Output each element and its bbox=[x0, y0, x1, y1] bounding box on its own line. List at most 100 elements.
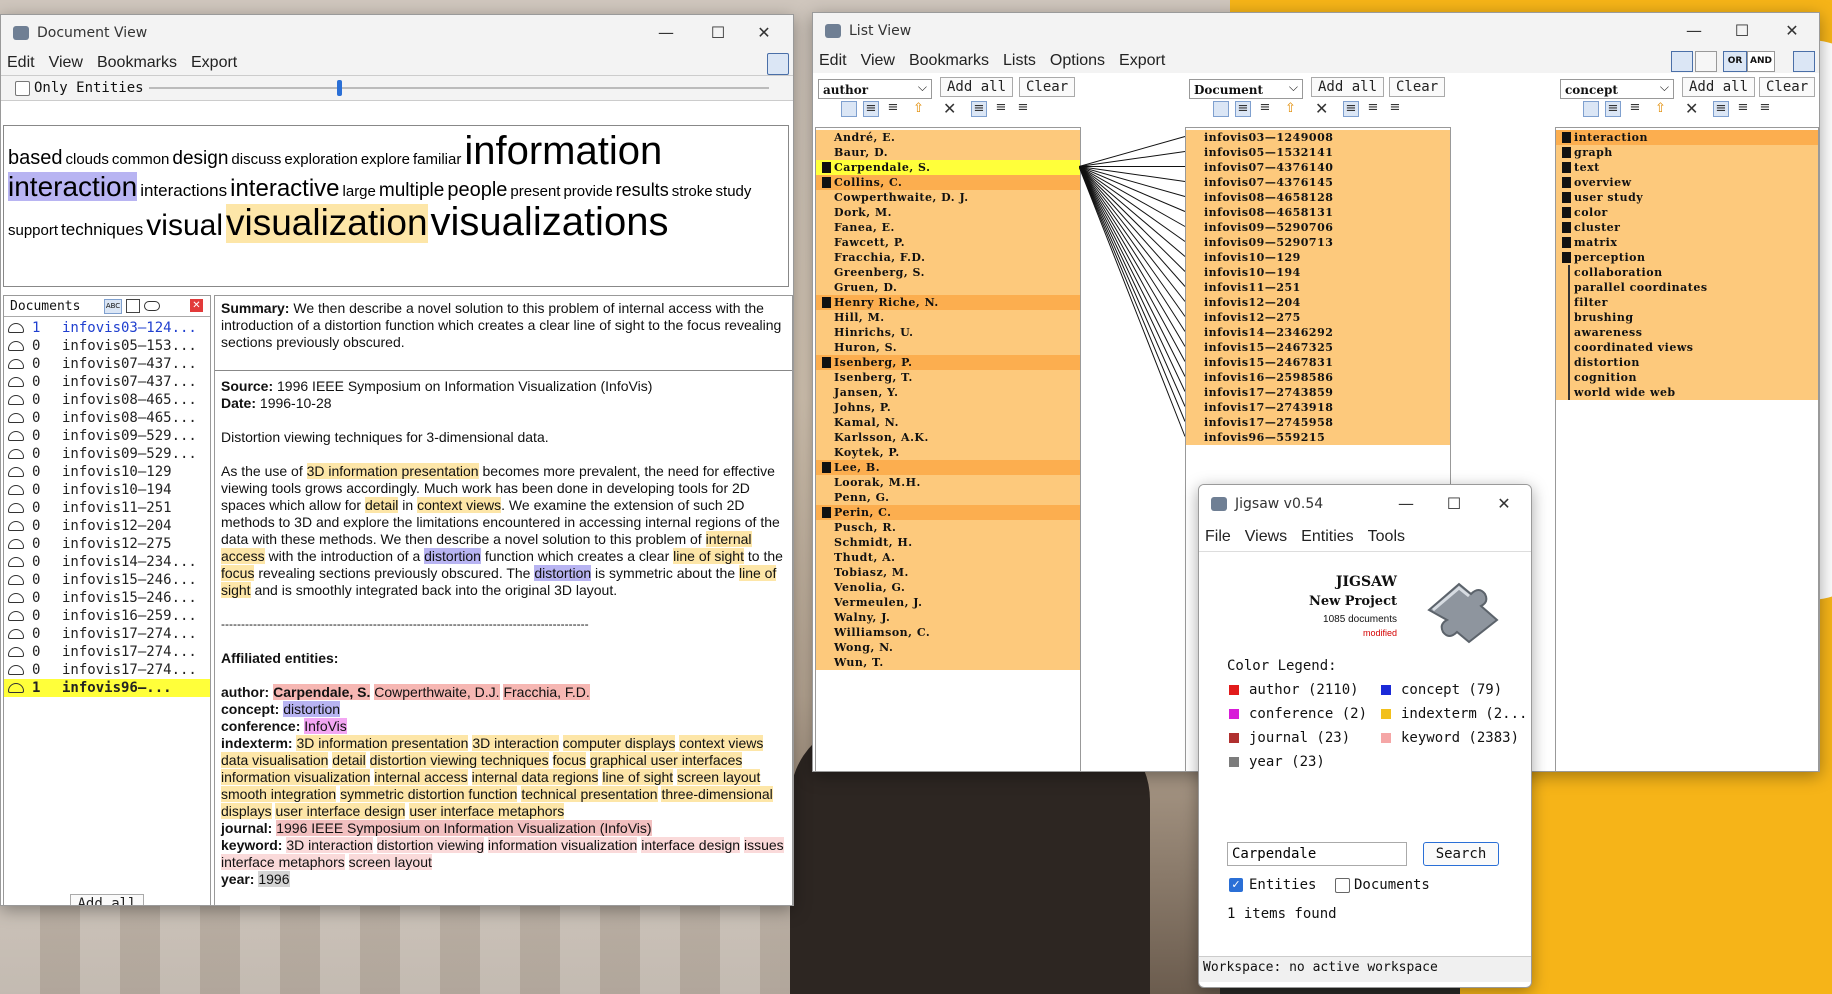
layout-icon[interactable] bbox=[1671, 51, 1693, 72]
entity-author[interactable]: Cowperthwaite, D.J. bbox=[374, 684, 500, 700]
or-toggle[interactable]: OR bbox=[1723, 51, 1747, 72]
author-type-select[interactable]: author bbox=[818, 77, 932, 99]
entity-indexterm[interactable]: internal data regions bbox=[471, 769, 599, 785]
documents-row[interactable]: infovis96—559215 bbox=[1186, 430, 1450, 445]
sort-frequency-icon[interactable]: ≡ bbox=[863, 101, 879, 117]
authors-row[interactable]: Venolia, G. bbox=[816, 580, 1080, 595]
document-row[interactable]: 0 infovis10—194 bbox=[4, 481, 210, 499]
concepts-row[interactable]: cognition bbox=[1556, 370, 1818, 385]
concepts-row[interactable]: filter bbox=[1556, 295, 1818, 310]
document-type-select[interactable]: Document bbox=[1189, 77, 1303, 99]
eye-icon[interactable] bbox=[8, 341, 24, 351]
maximize-icon[interactable]: ☐ bbox=[695, 15, 741, 51]
document-row[interactable]: 0 infovis09—529... bbox=[4, 427, 210, 445]
close-icon[interactable]: ✕ bbox=[741, 15, 787, 51]
documents-row[interactable]: infovis10—129 bbox=[1186, 250, 1450, 265]
concepts-row[interactable]: text bbox=[1556, 160, 1818, 175]
sort-frequency-icon[interactable]: ≡ bbox=[1605, 101, 1621, 117]
authors-row[interactable]: Thudt, A. bbox=[816, 550, 1080, 565]
menu-view[interactable]: View bbox=[859, 52, 897, 70]
document-row[interactable]: 0 infovis17—274... bbox=[4, 643, 210, 661]
cloud-word[interactable]: visualization bbox=[225, 204, 428, 244]
concepts-row[interactable]: overview bbox=[1556, 175, 1818, 190]
sort-up-icon[interactable]: ⇧ bbox=[913, 101, 929, 117]
documents-row[interactable]: infovis09—5290713 bbox=[1186, 235, 1450, 250]
title-bar[interactable]: Document View — ☐ ✕ bbox=[1, 15, 793, 51]
search-input[interactable] bbox=[1227, 842, 1407, 866]
concepts-row[interactable]: interaction bbox=[1556, 130, 1818, 145]
search-button[interactable]: Search bbox=[1423, 842, 1499, 866]
align-center-icon[interactable]: ≡ bbox=[1735, 101, 1751, 117]
concepts-row[interactable]: matrix bbox=[1556, 235, 1818, 250]
document-row[interactable]: 1 infovis03—124... bbox=[4, 319, 210, 337]
authors-row[interactable]: Schmidt, H. bbox=[816, 535, 1080, 550]
authors-row[interactable]: Johns, P. bbox=[816, 400, 1080, 415]
documents-row[interactable]: infovis17—2743859 bbox=[1186, 385, 1450, 400]
entity-indexterm[interactable]: detail bbox=[332, 752, 366, 768]
align-left-icon[interactable]: ≡ bbox=[1713, 101, 1729, 117]
eye-icon[interactable] bbox=[8, 413, 24, 423]
cloud-word[interactable]: familiar bbox=[413, 152, 461, 168]
document-row[interactable]: 0 infovis12—204 bbox=[4, 517, 210, 535]
link-icon[interactable] bbox=[1695, 51, 1717, 72]
eye-icon[interactable] bbox=[8, 665, 24, 675]
cloud-size-slider-thumb[interactable] bbox=[337, 80, 342, 96]
authors-row[interactable]: Baur, D. bbox=[816, 145, 1080, 160]
align-left-icon[interactable]: ≡ bbox=[971, 101, 987, 117]
cloud-word[interactable]: people bbox=[447, 180, 507, 201]
document-row[interactable]: 0 infovis15—246... bbox=[4, 571, 210, 589]
author-clear-button[interactable]: Clear bbox=[1019, 77, 1076, 97]
eye-icon[interactable] bbox=[8, 647, 24, 657]
concepts-row[interactable]: awareness bbox=[1556, 325, 1818, 340]
only-entities-checkbox[interactable] bbox=[15, 81, 30, 96]
cloud-word[interactable]: interaction bbox=[8, 172, 138, 201]
eye-icon[interactable] bbox=[8, 557, 24, 567]
entity-indexterm[interactable]: screen layout bbox=[677, 769, 761, 785]
sort-list-icon[interactable]: ≡ bbox=[885, 101, 901, 117]
concepts-row[interactable]: color bbox=[1556, 205, 1818, 220]
sort-up-icon[interactable]: ⇧ bbox=[1655, 101, 1671, 117]
authors-row[interactable]: Cowperthwaite, D. J. bbox=[816, 190, 1080, 205]
authors-row[interactable]: Isenberg, T. bbox=[816, 370, 1080, 385]
eye-icon[interactable] bbox=[8, 377, 24, 387]
sort-alpha-icon[interactable] bbox=[1583, 101, 1599, 117]
entity-author[interactable]: Fracchia, F.D. bbox=[503, 684, 590, 700]
authors-row[interactable]: Isenberg, P. bbox=[816, 355, 1080, 370]
authors-row[interactable]: Carpendale, S. bbox=[816, 160, 1080, 175]
authors-row[interactable]: Tobiasz, M. bbox=[816, 565, 1080, 580]
entity-indexterm[interactable]: user interface metaphors bbox=[409, 803, 565, 819]
menu-edit[interactable]: Edit bbox=[5, 54, 37, 72]
cloud-word[interactable]: stroke bbox=[672, 184, 713, 200]
document-row[interactable]: 0 infovis09—529... bbox=[4, 445, 210, 463]
clear-selection-icon[interactable]: ✕ bbox=[1685, 101, 1701, 117]
document-row[interactable]: 1 infovis96—... bbox=[4, 679, 210, 697]
authors-row[interactable]: Karlsson, A.K. bbox=[816, 430, 1080, 445]
authors-row[interactable]: Wong, N. bbox=[816, 640, 1080, 655]
eye-icon[interactable] bbox=[8, 611, 24, 621]
concept-clear-button[interactable]: Clear bbox=[1759, 77, 1816, 97]
view-eye-icon[interactable] bbox=[144, 301, 160, 311]
concepts-row[interactable]: parallel coordinates bbox=[1556, 280, 1818, 295]
authors-row[interactable]: Pusch, R. bbox=[816, 520, 1080, 535]
documents-row[interactable]: infovis14—2346292 bbox=[1186, 325, 1450, 340]
eye-icon[interactable] bbox=[8, 521, 24, 531]
concepts-row[interactable]: world wide web bbox=[1556, 385, 1818, 400]
and-toggle[interactable]: AND bbox=[1747, 51, 1775, 72]
authors-row[interactable]: Henry Riche, N. bbox=[816, 295, 1080, 310]
sort-list-icon[interactable]: ≡ bbox=[1257, 101, 1273, 117]
entity-indexterm[interactable]: computer displays bbox=[562, 735, 676, 751]
cloud-word[interactable]: study bbox=[716, 184, 752, 200]
cloud-word[interactable]: support bbox=[8, 223, 58, 239]
document-row[interactable]: 0 infovis08—465... bbox=[4, 391, 210, 409]
cloud-word[interactable]: results bbox=[616, 181, 669, 200]
documents-checkbox[interactable] bbox=[1335, 878, 1350, 893]
menu-views[interactable]: Views bbox=[1243, 528, 1289, 546]
document-add-all-button[interactable]: Add all bbox=[1311, 77, 1385, 97]
authors-row[interactable]: Perin, C. bbox=[816, 505, 1080, 520]
documents-row[interactable]: infovis10—194 bbox=[1186, 265, 1450, 280]
concepts-row[interactable]: collaboration bbox=[1556, 265, 1818, 280]
entity-keyword[interactable]: interface design bbox=[641, 837, 741, 853]
document-row[interactable]: 0 infovis15—246... bbox=[4, 589, 210, 607]
documents-row[interactable]: infovis11—251 bbox=[1186, 280, 1450, 295]
align-center-icon[interactable]: ≡ bbox=[993, 101, 1009, 117]
